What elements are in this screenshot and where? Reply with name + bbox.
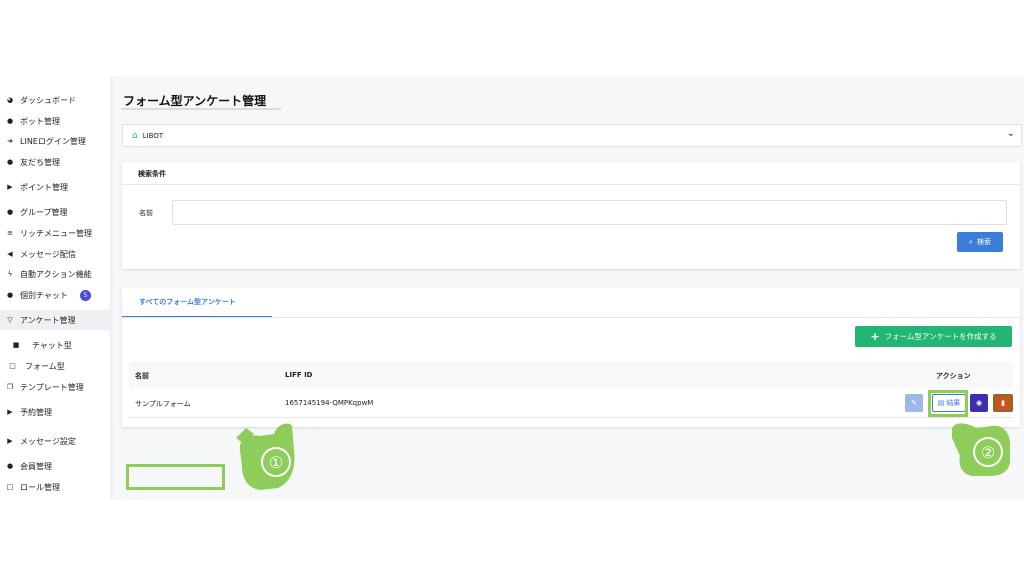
sidebar-item-groups[interactable]: ● グループ管理 [0, 202, 110, 222]
search-button-label: 検索 [976, 238, 991, 246]
search-card-header: 検索条件 [122, 162, 1020, 185]
sidebar-item-label: チャット型 [32, 340, 72, 350]
edit-icon: ✎ [911, 399, 917, 407]
tab-all-forms[interactable]: すべてのフォーム型アンケート [122, 288, 272, 318]
sidebar-item-label: 自動アクション機能 [20, 269, 92, 279]
row-liff-id: 1657145194-QMPKqpwM [285, 399, 374, 407]
sidebar-item-bot[interactable]: ● ボット管理 [0, 111, 110, 131]
caret-down-icon: ▽ [7, 316, 13, 324]
users-icon: ● [6, 208, 14, 216]
eye-icon: ◉ [975, 399, 983, 407]
sidebar-item-label: ダッシュボード [20, 95, 76, 105]
clipboard-icon: ■ [12, 341, 20, 349]
name-search-input[interactable] [172, 200, 1007, 225]
template-icon: ❐ [6, 383, 14, 391]
sidebar-item-label: 友だち管理 [20, 157, 60, 167]
edit-button[interactable]: ✎ [905, 394, 923, 412]
chevron-down-icon: ⌄ [1006, 128, 1015, 139]
sidebar-item-label: ポイント管理 [20, 182, 68, 192]
bot-select[interactable]: ⌂ LIBOT ⌄ [122, 124, 1022, 147]
sidebar-item-templates[interactable]: ❐ テンプレート管理 [0, 377, 110, 397]
list-icon: ≡ [7, 229, 13, 237]
sidebar-item-friends[interactable]: ● 友だち管理 [0, 152, 110, 172]
sidebar-item-broadcast[interactable]: ◀ メッセージ配信 [0, 244, 110, 264]
column-header-name: 名前 [135, 372, 149, 380]
sidebar-item-label: メッセージ配信 [20, 249, 76, 259]
bolt-icon: ϟ [7, 270, 13, 278]
sidebar-item-reservations[interactable]: ▶ 予約管理 [0, 402, 110, 422]
table-header [129, 362, 1013, 390]
unread-badge: 5 [79, 289, 91, 301]
robot-icon: ● [6, 117, 14, 125]
preview-button[interactable]: ◉ [970, 394, 988, 412]
search-card-title: 検索条件 [138, 170, 166, 178]
highlight-form-name [126, 464, 225, 490]
clipboard-outline-icon: □ [6, 483, 14, 491]
megaphone-icon: ◀ [7, 250, 13, 258]
sidebar: ◕ ダッシュボード ● ボット管理 ➜ LINEログイン管理 ● 友だち管理 ▶ ポイント… [0, 76, 113, 500]
step-number-1: ① [269, 453, 283, 472]
highlight-results-button [928, 390, 968, 417]
tab-label: すべてのフォーム型アンケート [139, 298, 236, 306]
column-header-actions: アクション [936, 372, 971, 380]
sidebar-item-survey[interactable]: ▽ アンケート管理 [0, 310, 110, 330]
sidebar-item-rich-menu[interactable]: ≡ リッチメニュー管理 [0, 223, 110, 243]
sidebar-item-label: ロール管理 [20, 482, 60, 492]
bot-select-value: LIBOT [142, 131, 164, 140]
sidebar-item-line-login[interactable]: ➜ LINEログイン管理 [0, 131, 110, 151]
search-card: 検索条件 名前 ⌕ 検索 [122, 162, 1020, 269]
sidebar-item-label: 個別チャット [20, 290, 68, 300]
house-icon: ⌂ [132, 130, 138, 141]
chat-icon: ● [6, 291, 14, 299]
table-row: サンプルフォーム 1657145194-QMPKqpwM [129, 389, 1013, 418]
search-button[interactable]: ⌕ 検索 [957, 232, 1003, 252]
plus-icon: + [870, 330, 880, 343]
create-button-label: フォーム型アンケートを作成する [884, 332, 997, 341]
tab-divider [122, 317, 1020, 318]
pointing-hand-icon: ① [236, 423, 295, 490]
survey-list-card: すべてのフォーム型アンケート + フォーム型アンケートを作成する 名前 LIFF… [122, 288, 1020, 490]
sidebar-item-auto-action[interactable]: ϟ 自動アクション機能 [0, 264, 110, 284]
sidebar-item-chat[interactable]: ● 個別チャット 5 [0, 285, 110, 305]
sidebar-item-dashboard[interactable]: ◕ ダッシュボード [0, 90, 110, 110]
login-icon: ➜ [7, 137, 13, 145]
page-title: フォーム型アンケート管理 [123, 94, 267, 108]
pointing-hand-icon: ② [952, 423, 1010, 476]
user-icon: ● [6, 462, 14, 470]
sidebar-item-label: ボット管理 [20, 116, 60, 126]
create-form-survey-button[interactable]: + フォーム型アンケートを作成する [855, 326, 1012, 347]
sidebar-item-message-settings[interactable]: ▶ メッセージ設定 [0, 431, 110, 451]
sidebar-item-roles[interactable]: □ ロール管理 [0, 477, 110, 497]
sidebar-item-label: フォーム型 [25, 361, 65, 371]
sidebar-item-label: テンプレート管理 [20, 382, 84, 392]
sidebar-item-form-type[interactable]: □ フォーム型 [0, 356, 110, 376]
sidebar-item-label: メッセージ設定 [20, 436, 76, 446]
user-icon: ● [6, 158, 14, 166]
delete-button[interactable]: ▮ [993, 394, 1013, 412]
sidebar-item-label: 会員管理 [20, 461, 52, 471]
sidebar-item-members[interactable]: ● 会員管理 [0, 456, 110, 476]
trash-icon: ▮ [1001, 399, 1005, 407]
sidebar-item-label: グループ管理 [20, 207, 68, 217]
sidebar-item-label: アンケート管理 [20, 315, 76, 325]
column-header-liff-id: LIFF ID [285, 371, 313, 379]
title-underline [121, 108, 281, 110]
sidebar-item-label: 予約管理 [20, 407, 52, 417]
dashboard-icon: ◕ [6, 96, 14, 104]
sidebar-item-label: LINEログイン管理 [20, 136, 86, 146]
caret-right-icon: ▶ [7, 183, 13, 191]
search-icon: ⌕ [969, 237, 973, 246]
name-label: 名前 [139, 209, 153, 217]
clipboard-outline-icon: □ [9, 362, 16, 370]
caret-right-icon: ▶ [7, 437, 13, 445]
step-number-2: ② [981, 443, 995, 462]
sidebar-item-chat-type[interactable]: ■ チャット型 [0, 335, 110, 355]
sidebar-item-points[interactable]: ▶ ポイント管理 [0, 177, 110, 197]
sidebar-item-label: リッチメニュー管理 [20, 228, 92, 238]
row-name: サンプルフォーム [135, 400, 191, 408]
caret-right-icon: ▶ [7, 408, 13, 416]
